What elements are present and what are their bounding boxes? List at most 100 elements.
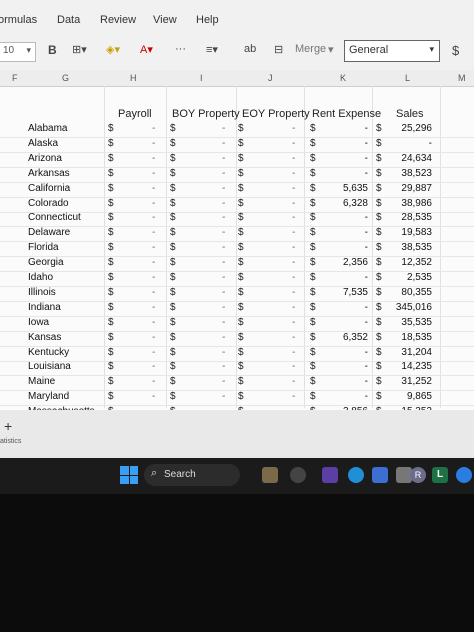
column-header[interactable]: F bbox=[12, 73, 18, 83]
profile-r-icon[interactable]: R bbox=[410, 467, 426, 483]
edge-browser-icon[interactable] bbox=[348, 467, 364, 483]
sales-cell: 345,016 bbox=[395, 301, 432, 313]
currency-symbol: $ bbox=[170, 152, 176, 164]
currency-symbol: $ bbox=[170, 167, 176, 179]
table-row[interactable]: Florida $ - $ - $ - $ - $38,535 bbox=[0, 241, 474, 258]
video-app-icon[interactable] bbox=[322, 467, 338, 483]
sales-cell: 38,986 bbox=[401, 197, 432, 209]
widget-icon[interactable] bbox=[262, 467, 278, 483]
header-sales[interactable]: Sales bbox=[396, 108, 424, 120]
column-header[interactable]: K bbox=[340, 73, 346, 83]
app-icon[interactable] bbox=[290, 467, 306, 483]
bold-button[interactable]: B bbox=[48, 43, 57, 57]
empty-value: - bbox=[292, 182, 296, 194]
currency-symbol: $ bbox=[310, 286, 316, 298]
currency-symbol: $ bbox=[170, 197, 176, 209]
empty-value: - bbox=[222, 346, 226, 358]
currency-symbol: $ bbox=[108, 331, 114, 343]
currency-symbol: $ bbox=[108, 137, 114, 149]
header-eoy-property[interactable]: EOY Property bbox=[242, 108, 310, 120]
fill-color-icon[interactable]: ◈▾ bbox=[106, 43, 120, 56]
menu-data[interactable]: Data bbox=[57, 14, 80, 26]
taskbar-search[interactable]: ⌕ Search bbox=[144, 464, 240, 486]
currency-symbol: $ bbox=[376, 242, 382, 254]
table-row[interactable]: Georgia $ - $ - $ - $2,356 $12,352 bbox=[0, 256, 474, 273]
empty-value: - bbox=[152, 286, 156, 298]
currency-symbol: $ bbox=[108, 197, 114, 209]
column-header[interactable]: G bbox=[62, 73, 69, 83]
chrome-icon[interactable] bbox=[372, 467, 388, 483]
table-row[interactable]: Indiana $ - $ - $ - $ - $345,016 bbox=[0, 301, 474, 317]
table-row[interactable]: Connecticut $ - $ - $ - $ - $28,535 bbox=[0, 211, 474, 228]
currency-format-button[interactable]: $ bbox=[452, 43, 459, 58]
header-rent-expense[interactable]: Rent Expense bbox=[312, 108, 381, 120]
table-row[interactable]: Arkansas $ - $ - $ - $ - $38,523 bbox=[0, 167, 474, 183]
menu-formulas[interactable]: ormulas bbox=[0, 14, 37, 26]
table-row[interactable]: Kentucky $ - $ - $ - $ - $31,204 bbox=[0, 346, 474, 362]
table-row[interactable]: Maryland $ - $ - $ - $ - $9,865 bbox=[0, 390, 474, 407]
currency-symbol: $ bbox=[376, 272, 382, 283]
table-row[interactable]: Louisiana $ - $ - $ - $ - $14,235 bbox=[0, 360, 474, 377]
sales-cell: 18,535 bbox=[401, 331, 432, 343]
empty-value: - bbox=[152, 331, 156, 343]
table-row[interactable]: Iowa $ - $ - $ - $ - $35,535 bbox=[0, 316, 474, 332]
wrap-text-icon[interactable]: ab bbox=[244, 43, 256, 55]
column-header[interactable]: I bbox=[200, 73, 203, 83]
taskbar: ⌕ Search R L bbox=[0, 458, 474, 494]
windows-start-icon[interactable] bbox=[120, 466, 138, 484]
table-row[interactable]: Idaho $ - $ - $ - $ - $2,535 bbox=[0, 271, 474, 287]
table-row[interactable]: Maine $ - $ - $ - $ - $31,252 bbox=[0, 375, 474, 392]
font-color-icon[interactable]: A▾ bbox=[140, 43, 153, 56]
state-cell: Arizona bbox=[28, 152, 62, 164]
table-row[interactable]: California $ - $ - $ - $5,635 $29,887 bbox=[0, 182, 474, 198]
state-cell: Connecticut bbox=[28, 212, 81, 224]
currency-symbol: $ bbox=[310, 376, 316, 388]
spreadsheet-grid[interactable]: F G H I J K L M Payroll BOY Property EOY… bbox=[0, 70, 474, 422]
table-row[interactable]: Kansas $ - $ - $ - $6,352 $18,535 bbox=[0, 331, 474, 347]
table-row[interactable]: Illinois $ - $ - $ - $7,535 $80,355 bbox=[0, 286, 474, 302]
table-row[interactable]: Delaware $ - $ - $ - $ - $19,583 bbox=[0, 226, 474, 243]
menu-help[interactable]: Help bbox=[196, 14, 219, 26]
align-icon[interactable]: ≡▾ bbox=[206, 43, 218, 56]
currency-symbol: $ bbox=[238, 376, 244, 388]
empty-value: - bbox=[222, 257, 226, 269]
table-row[interactable]: Arizona $ - $ - $ - $ - $24,634 bbox=[0, 152, 474, 168]
merge-chevron-icon[interactable]: ▾ bbox=[328, 43, 334, 56]
header-payroll[interactable]: Payroll bbox=[118, 108, 152, 120]
empty-value: - bbox=[292, 361, 296, 373]
merge-icon[interactable]: ⊟ bbox=[274, 43, 283, 56]
excel-icon[interactable]: L bbox=[432, 467, 448, 483]
merge-button[interactable]: Merge bbox=[295, 43, 326, 55]
sales-cell: 80,355 bbox=[401, 286, 432, 298]
table-row[interactable]: Colorado $ - $ - $ - $6,328 $38,986 bbox=[0, 197, 474, 213]
empty-value: - bbox=[152, 361, 156, 373]
currency-symbol: $ bbox=[310, 272, 316, 283]
font-size-select[interactable]: 10 ▾ bbox=[0, 42, 36, 62]
column-header[interactable]: H bbox=[130, 73, 137, 83]
empty-value: - bbox=[292, 227, 296, 239]
currency-symbol: $ bbox=[238, 391, 244, 403]
column-header[interactable]: J bbox=[268, 73, 273, 83]
column-header[interactable]: L bbox=[405, 73, 410, 83]
header-boy-property[interactable]: BOY Property bbox=[172, 108, 240, 120]
menu-review[interactable]: Review bbox=[100, 14, 136, 26]
currency-symbol: $ bbox=[108, 227, 114, 239]
state-cell: California bbox=[28, 182, 71, 194]
table-row[interactable]: Alaska $ - $ - $ - $ - $ - bbox=[0, 137, 474, 153]
table-row[interactable]: Alabama $ - $ - $ - $ - $25,296 bbox=[0, 122, 474, 138]
add-sheet-button[interactable]: + bbox=[4, 418, 12, 434]
menu-view[interactable]: View bbox=[153, 14, 177, 26]
empty-value: - bbox=[222, 361, 226, 373]
currency-symbol: $ bbox=[238, 167, 244, 179]
borders-icon[interactable]: ⊞▾ bbox=[72, 43, 87, 56]
currency-symbol: $ bbox=[108, 376, 114, 388]
sales-cell: 35,535 bbox=[401, 316, 432, 328]
rent-expense-cell: - bbox=[364, 272, 368, 283]
chrome-taskbar-icon[interactable] bbox=[456, 467, 472, 483]
column-header[interactable]: M bbox=[458, 73, 466, 83]
number-format-select[interactable]: General ▾ bbox=[344, 40, 440, 62]
currency-symbol: $ bbox=[238, 197, 244, 209]
more-options-icon[interactable]: ··· bbox=[175, 43, 186, 55]
empty-value: - bbox=[292, 301, 296, 313]
rent-expense-cell: - bbox=[364, 212, 368, 224]
